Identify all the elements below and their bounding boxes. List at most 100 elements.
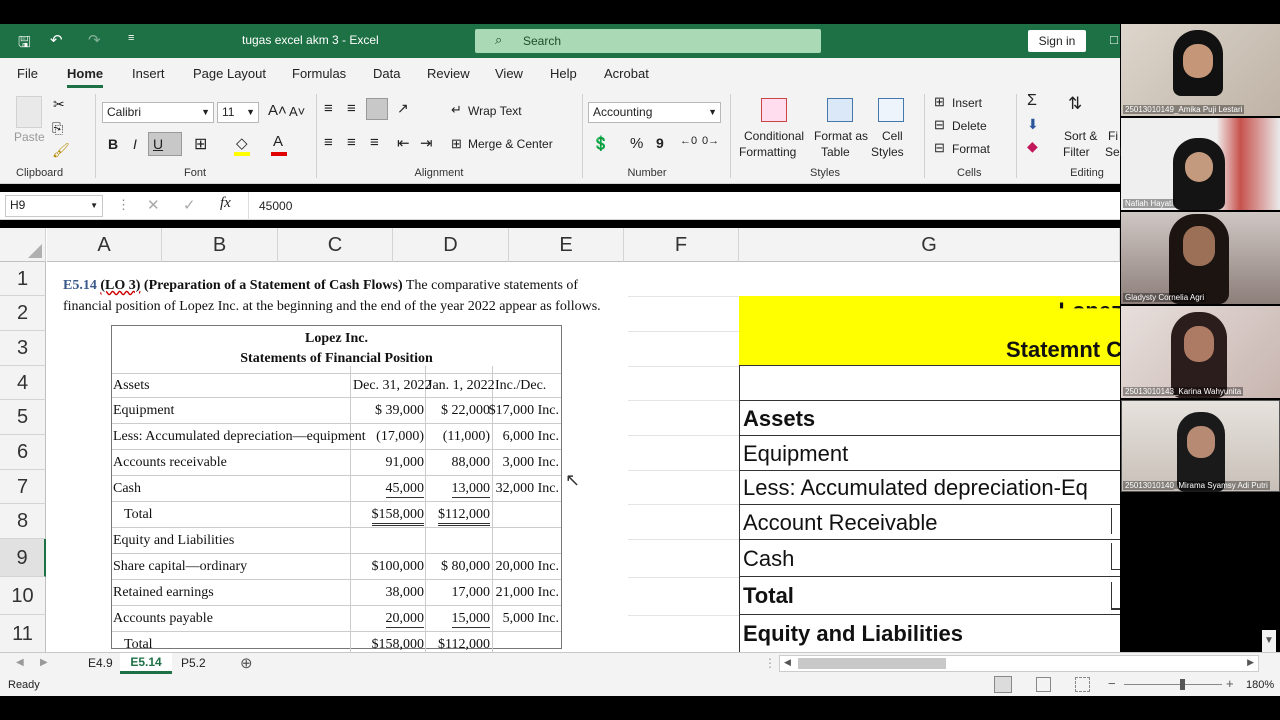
company-name-cell[interactable]: Lopez Inc bbox=[1059, 298, 1120, 308]
align-center-icon[interactable]: ≡ bbox=[347, 134, 356, 151]
dollar-sign-cell[interactable]: $ bbox=[1111, 508, 1120, 534]
zoom-level[interactable]: 180% bbox=[1246, 679, 1274, 691]
italic-button[interactable]: I bbox=[133, 136, 137, 152]
cell-styles-label-1[interactable]: Cell bbox=[882, 129, 903, 143]
zoom-slider-thumb[interactable] bbox=[1180, 679, 1185, 690]
empty-cell[interactable] bbox=[739, 366, 1120, 401]
number-format-select[interactable]: Accounting ▼ bbox=[588, 102, 721, 123]
next-sheet-icon[interactable]: ▶ bbox=[40, 657, 48, 668]
col-header-e[interactable]: E bbox=[509, 228, 624, 262]
col-header-d[interactable]: D bbox=[393, 228, 509, 262]
tab-review[interactable]: Review bbox=[427, 66, 470, 81]
page-break-view-icon[interactable] bbox=[1075, 677, 1090, 692]
conditional-formatting-icon[interactable] bbox=[761, 98, 787, 122]
sort-filter-icon[interactable]: ⇅ bbox=[1068, 94, 1082, 114]
merge-center-button[interactable]: Merge & Center bbox=[468, 137, 553, 151]
tab-help[interactable]: Help bbox=[550, 66, 577, 81]
font-color-icon[interactable]: A bbox=[273, 133, 283, 150]
row-header-1[interactable]: 1 bbox=[0, 262, 46, 296]
search-box[interactable]: ⌕ Search bbox=[475, 29, 821, 53]
assets-cell[interactable]: Assets bbox=[739, 401, 1120, 436]
font-name-select[interactable]: Calibri ▼ bbox=[102, 102, 214, 123]
accumulated-depreciation-cell[interactable]: Less: Accumulated depreciation-Eq bbox=[739, 471, 1120, 505]
tab-view[interactable]: View bbox=[495, 66, 523, 81]
customize-toolbar-icon[interactable]: ≡ bbox=[128, 32, 134, 44]
sign-in-button[interactable]: Sign in bbox=[1028, 30, 1086, 52]
redo-icon[interactable]: ↷ bbox=[88, 31, 101, 49]
row-header-6[interactable]: 6 bbox=[0, 435, 46, 470]
borders-icon[interactable]: ⊞ bbox=[194, 134, 207, 154]
account-receivable-cell[interactable]: Account Receivable bbox=[739, 505, 1120, 540]
paste-icon[interactable] bbox=[16, 96, 42, 128]
dollar-sign-cell[interactable]: $ bbox=[1111, 582, 1120, 610]
tab-formulas[interactable]: Formulas bbox=[292, 66, 346, 81]
col-header-f[interactable]: F bbox=[624, 228, 739, 262]
scroll-down-icon[interactable]: ▼ bbox=[1262, 630, 1276, 652]
percent-button[interactable]: % bbox=[630, 135, 643, 152]
insert-function-icon[interactable]: fx bbox=[220, 195, 231, 212]
grow-font-icon[interactable]: A˄ bbox=[268, 102, 287, 119]
format-as-table-icon[interactable] bbox=[827, 98, 853, 122]
align-top-icon[interactable]: ≡ bbox=[324, 100, 333, 117]
underline-button[interactable]: U bbox=[148, 132, 182, 156]
horizontal-scrollbar[interactable]: ◀ ▶ bbox=[779, 655, 1259, 672]
align-middle-icon[interactable]: ≡ bbox=[347, 100, 356, 117]
find-select-label-1[interactable]: Fi bbox=[1108, 129, 1118, 143]
autosum-icon[interactable]: Σ bbox=[1027, 92, 1037, 110]
tab-splitter-icon[interactable]: ⋮ bbox=[764, 656, 776, 670]
fill-icon[interactable]: ⬇ bbox=[1027, 116, 1039, 133]
copy-icon[interactable]: ⎘ bbox=[52, 120, 63, 137]
dollar-sign-cell[interactable]: $ bbox=[1111, 543, 1120, 570]
row-header-8[interactable]: 8 bbox=[0, 504, 46, 539]
tab-file[interactable]: File bbox=[17, 66, 38, 81]
col-header-b[interactable]: B bbox=[162, 228, 278, 262]
wrap-text-button[interactable]: Wrap Text bbox=[468, 104, 522, 118]
sheet-tab-e4-9[interactable]: E4.9 bbox=[88, 656, 113, 670]
decrease-indent-icon[interactable]: ⇤ bbox=[397, 134, 410, 152]
col-header-c[interactable]: C bbox=[278, 228, 393, 262]
statement-title-cell[interactable]: Statemnt C bbox=[1006, 337, 1120, 363]
cell-styles-icon[interactable] bbox=[878, 98, 904, 122]
row-header-7[interactable]: 7 bbox=[0, 470, 46, 504]
row-header-5[interactable]: 5 bbox=[0, 400, 46, 435]
select-all-corner[interactable] bbox=[0, 228, 46, 262]
row-header-10[interactable]: 10 bbox=[0, 577, 46, 615]
tab-insert[interactable]: Insert bbox=[132, 66, 165, 81]
enter-icon[interactable]: ✓ bbox=[183, 196, 196, 214]
normal-view-icon[interactable] bbox=[994, 676, 1012, 693]
currency-icon[interactable]: 💲 bbox=[592, 135, 609, 152]
undo-icon[interactable]: ↶ bbox=[50, 31, 63, 49]
row-header-2[interactable]: 2 bbox=[0, 296, 46, 331]
tab-data[interactable]: Data bbox=[373, 66, 400, 81]
conditional-formatting-label-1[interactable]: Conditional bbox=[744, 129, 804, 143]
row-header-4[interactable]: 4 bbox=[0, 366, 46, 400]
more-options-icon[interactable]: ⋮ bbox=[117, 197, 130, 213]
align-left-icon[interactable]: ≡ bbox=[324, 134, 333, 151]
window-control-icon[interactable]: □ bbox=[1110, 32, 1118, 47]
zoom-out-icon[interactable]: − bbox=[1108, 676, 1116, 691]
clear-icon[interactable]: ◆ bbox=[1027, 138, 1038, 155]
prev-sheet-icon[interactable]: ◀ bbox=[16, 657, 24, 668]
scroll-left-icon[interactable]: ◀ bbox=[784, 657, 791, 668]
cell-styles-label-2[interactable]: Styles bbox=[871, 145, 904, 159]
add-sheet-icon[interactable]: ⊕ bbox=[240, 654, 253, 672]
save-icon[interactable]: 🖫 bbox=[18, 32, 31, 57]
align-bottom-icon[interactable] bbox=[366, 98, 388, 120]
tab-acrobat[interactable]: Acrobat bbox=[604, 66, 649, 81]
paste-button[interactable]: Paste bbox=[14, 130, 45, 144]
shrink-font-icon[interactable]: A˅ bbox=[289, 104, 305, 119]
page-layout-view-icon[interactable] bbox=[1036, 677, 1051, 692]
zoom-in-icon[interactable]: + bbox=[1226, 676, 1234, 691]
cut-icon[interactable]: ✂ bbox=[53, 96, 65, 113]
comma-button[interactable]: 9 bbox=[656, 135, 664, 151]
formula-input[interactable]: 45000 bbox=[259, 199, 292, 213]
tab-page-layout[interactable]: Page Layout bbox=[193, 66, 266, 81]
format-painter-icon[interactable]: 🖌 bbox=[52, 142, 70, 159]
total-cell[interactable]: Total bbox=[739, 577, 1120, 615]
col-header-a[interactable]: A bbox=[47, 228, 162, 262]
name-box[interactable]: H9 ▼ bbox=[5, 195, 103, 217]
increase-decimal-icon[interactable]: ←0 bbox=[680, 135, 697, 147]
cancel-icon[interactable]: ✕ bbox=[147, 196, 160, 214]
format-cells-button[interactable]: Format bbox=[952, 142, 990, 156]
sort-filter-label-1[interactable]: Sort & bbox=[1064, 129, 1097, 143]
